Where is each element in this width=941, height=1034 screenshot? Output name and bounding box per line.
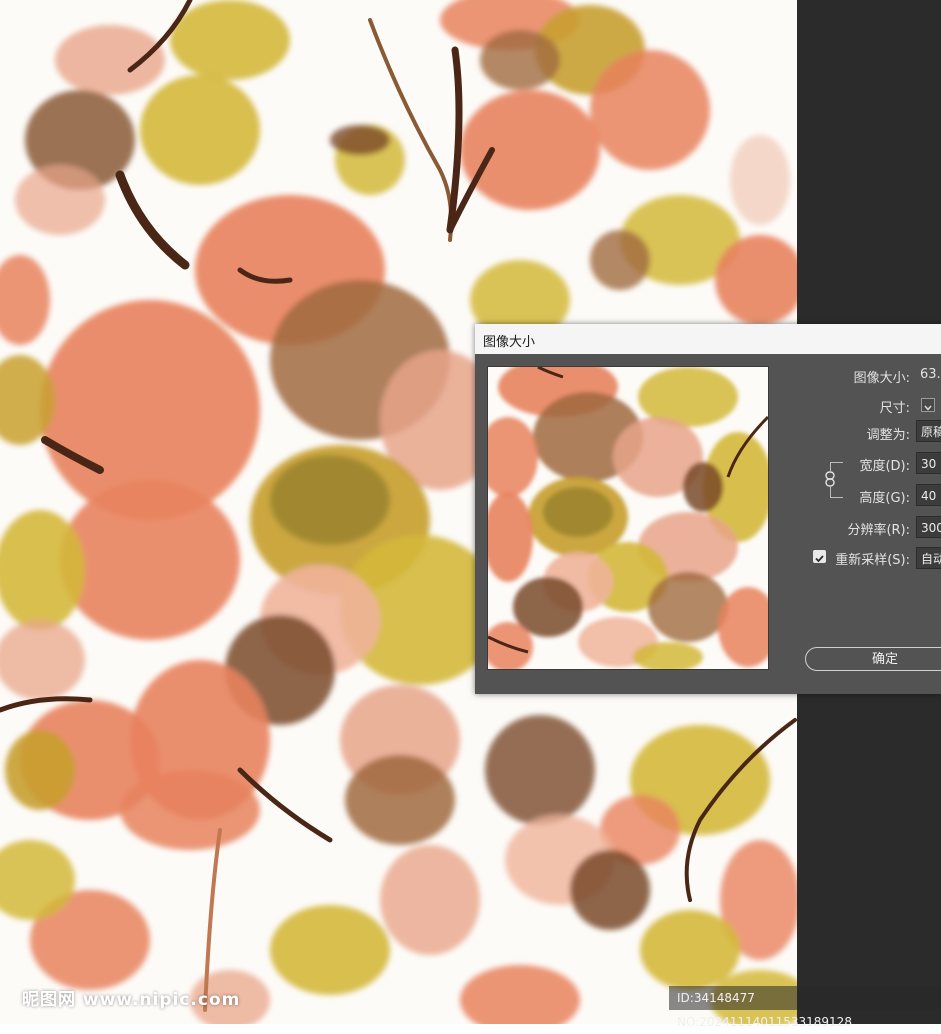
resample-checkbox[interactable] (813, 550, 826, 563)
width-input[interactable]: 30 (916, 452, 941, 474)
chevron-down-icon-graphic (924, 405, 932, 411)
image-size-dialog: 图像大小 图像大小: 63. 尺寸: 调整为: 原 宽度(D): 30 高度(G… (475, 324, 941, 694)
resample-select[interactable]: 自动 (916, 547, 941, 569)
resolution-label: 分辨率(R): (847, 523, 910, 538)
height-input[interactable]: 40 (916, 484, 941, 506)
preview-artwork (488, 367, 768, 669)
fit-to-label: 调整为: (866, 428, 910, 443)
width-label: 宽度(D): (859, 459, 910, 474)
image-preview[interactable] (487, 366, 769, 670)
resolution-input[interactable]: 300 (916, 516, 941, 538)
watermark-site-logo: 昵图网 www.nipic.com (22, 990, 241, 1010)
image-size-value: 63.8 (920, 367, 941, 382)
dimensions-label: 尺寸: (879, 401, 910, 416)
watermark-id-badge: ID:34148477 NO:20241114011533189128 (669, 986, 941, 1029)
chevron-down-icon[interactable] (921, 398, 935, 412)
resample-label: 重新采样(S): (835, 553, 910, 568)
dialog-title: 图像大小 (483, 335, 536, 350)
ok-button[interactable]: 确定 (805, 647, 941, 671)
image-size-label: 图像大小: (853, 371, 910, 386)
dialog-titlebar[interactable]: 图像大小 (475, 324, 941, 354)
checkmark-icon (815, 555, 824, 563)
fit-to-select[interactable]: 原稿 (916, 420, 941, 442)
height-label: 高度(G): (859, 491, 910, 506)
